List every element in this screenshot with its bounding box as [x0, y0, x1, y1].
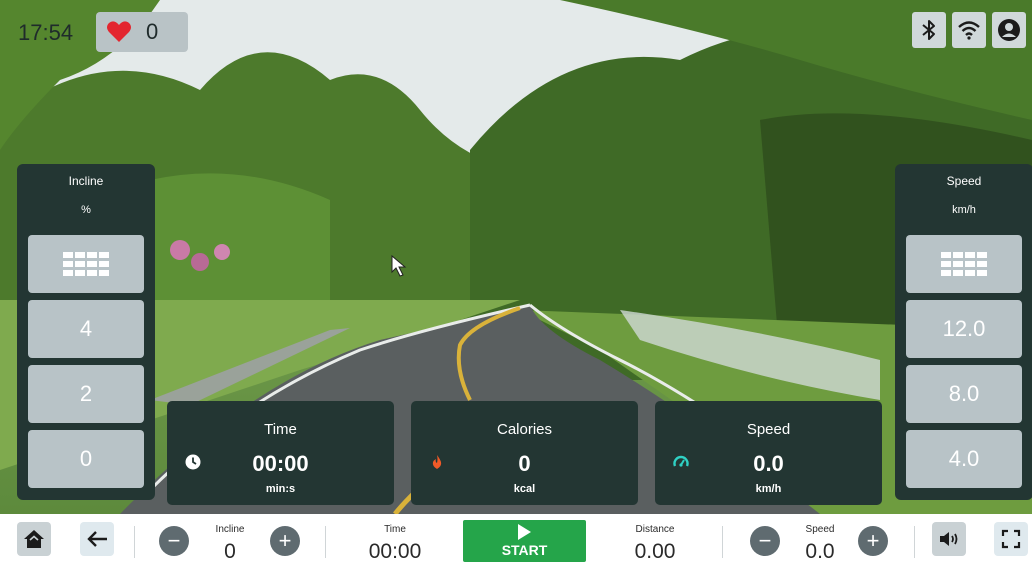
keypad-icon: [63, 252, 109, 276]
back-button[interactable]: [80, 522, 114, 556]
home-icon: [24, 530, 44, 548]
incline-preset-button[interactable]: 2: [28, 365, 144, 423]
distance-label: Distance: [635, 524, 675, 535]
speed-preset-button[interactable]: 12.0: [906, 300, 1022, 358]
incline-keypad-button[interactable]: [28, 235, 144, 293]
time-card: Time 00:00 min:s: [167, 401, 394, 505]
bluetooth-button[interactable]: [912, 12, 946, 48]
separator: [722, 526, 723, 558]
time-card-value: 00:00: [252, 451, 309, 476]
speed-decrease-button[interactable]: −: [750, 526, 780, 556]
speed-panel-title: Speed: [946, 174, 982, 188]
separator: [325, 526, 326, 558]
user-account-button[interactable]: [992, 12, 1026, 48]
user-account-icon: [998, 19, 1020, 41]
separator: [914, 526, 915, 558]
incline-panel-title: Incline: [68, 174, 104, 188]
back-arrow-icon: [87, 531, 107, 547]
clock-time: 17:54: [18, 20, 74, 45]
speed-label: Speed: [805, 524, 835, 535]
heart-icon: [107, 21, 131, 42]
speed-keypad-button[interactable]: [906, 235, 1022, 293]
incline-increase-button[interactable]: +: [270, 526, 300, 556]
heart-rate-display: 0: [96, 12, 188, 52]
bottom-control-bar: − Incline 0 + Time 00:00 START Distance …: [0, 514, 1032, 562]
time-value: 00:00: [368, 540, 422, 562]
calories-card: Calories 0 kcal: [411, 401, 638, 505]
top-right-toolbar: [912, 12, 1026, 48]
bluetooth-icon: [922, 20, 935, 40]
speed-value: 0.0: [805, 540, 835, 562]
speed-card-value: 0.0: [753, 451, 784, 476]
incline-label: Incline: [215, 524, 245, 535]
speed-panel: Speed km/h 12.0 8.0 4.0: [895, 164, 1032, 500]
incline-value: 0: [224, 540, 236, 562]
incline-panel-unit: %: [81, 204, 91, 216]
start-label: START: [501, 542, 548, 558]
wifi-icon: [958, 21, 980, 40]
incline-decrease-button[interactable]: −: [159, 526, 189, 556]
fullscreen-icon: [1001, 529, 1021, 549]
speed-preset-button[interactable]: 8.0: [906, 365, 1022, 423]
speed-panel-unit: km/h: [952, 204, 976, 216]
volume-button[interactable]: [932, 522, 966, 556]
speed-card-title: Speed: [746, 421, 791, 438]
distance-value: 0.00: [634, 540, 676, 562]
time-card-title: Time: [264, 421, 297, 438]
separator: [134, 526, 135, 558]
heart-rate-value: 0: [146, 19, 159, 44]
start-button[interactable]: START: [463, 520, 586, 562]
volume-icon: [940, 532, 958, 546]
time-card-unit: min:s: [265, 483, 296, 495]
speed-preset-button[interactable]: 4.0: [906, 430, 1022, 488]
keypad-icon: [941, 252, 987, 276]
speed-increase-button[interactable]: +: [858, 526, 888, 556]
time-label: Time: [384, 524, 406, 535]
play-icon: [518, 524, 531, 540]
calories-card-title: Calories: [496, 421, 553, 438]
calories-card-unit: kcal: [513, 483, 536, 495]
incline-preset-button[interactable]: 4: [28, 300, 144, 358]
home-button[interactable]: [17, 522, 51, 556]
calories-card-value: 0: [518, 451, 531, 476]
fullscreen-button[interactable]: [994, 522, 1028, 556]
speed-card-unit: km/h: [755, 483, 782, 495]
incline-panel: Incline % 4 2 0: [17, 164, 155, 500]
speed-card: Speed 0.0 km/h: [655, 401, 882, 505]
wifi-button[interactable]: [952, 12, 986, 48]
incline-preset-button[interactable]: 0: [28, 430, 144, 488]
